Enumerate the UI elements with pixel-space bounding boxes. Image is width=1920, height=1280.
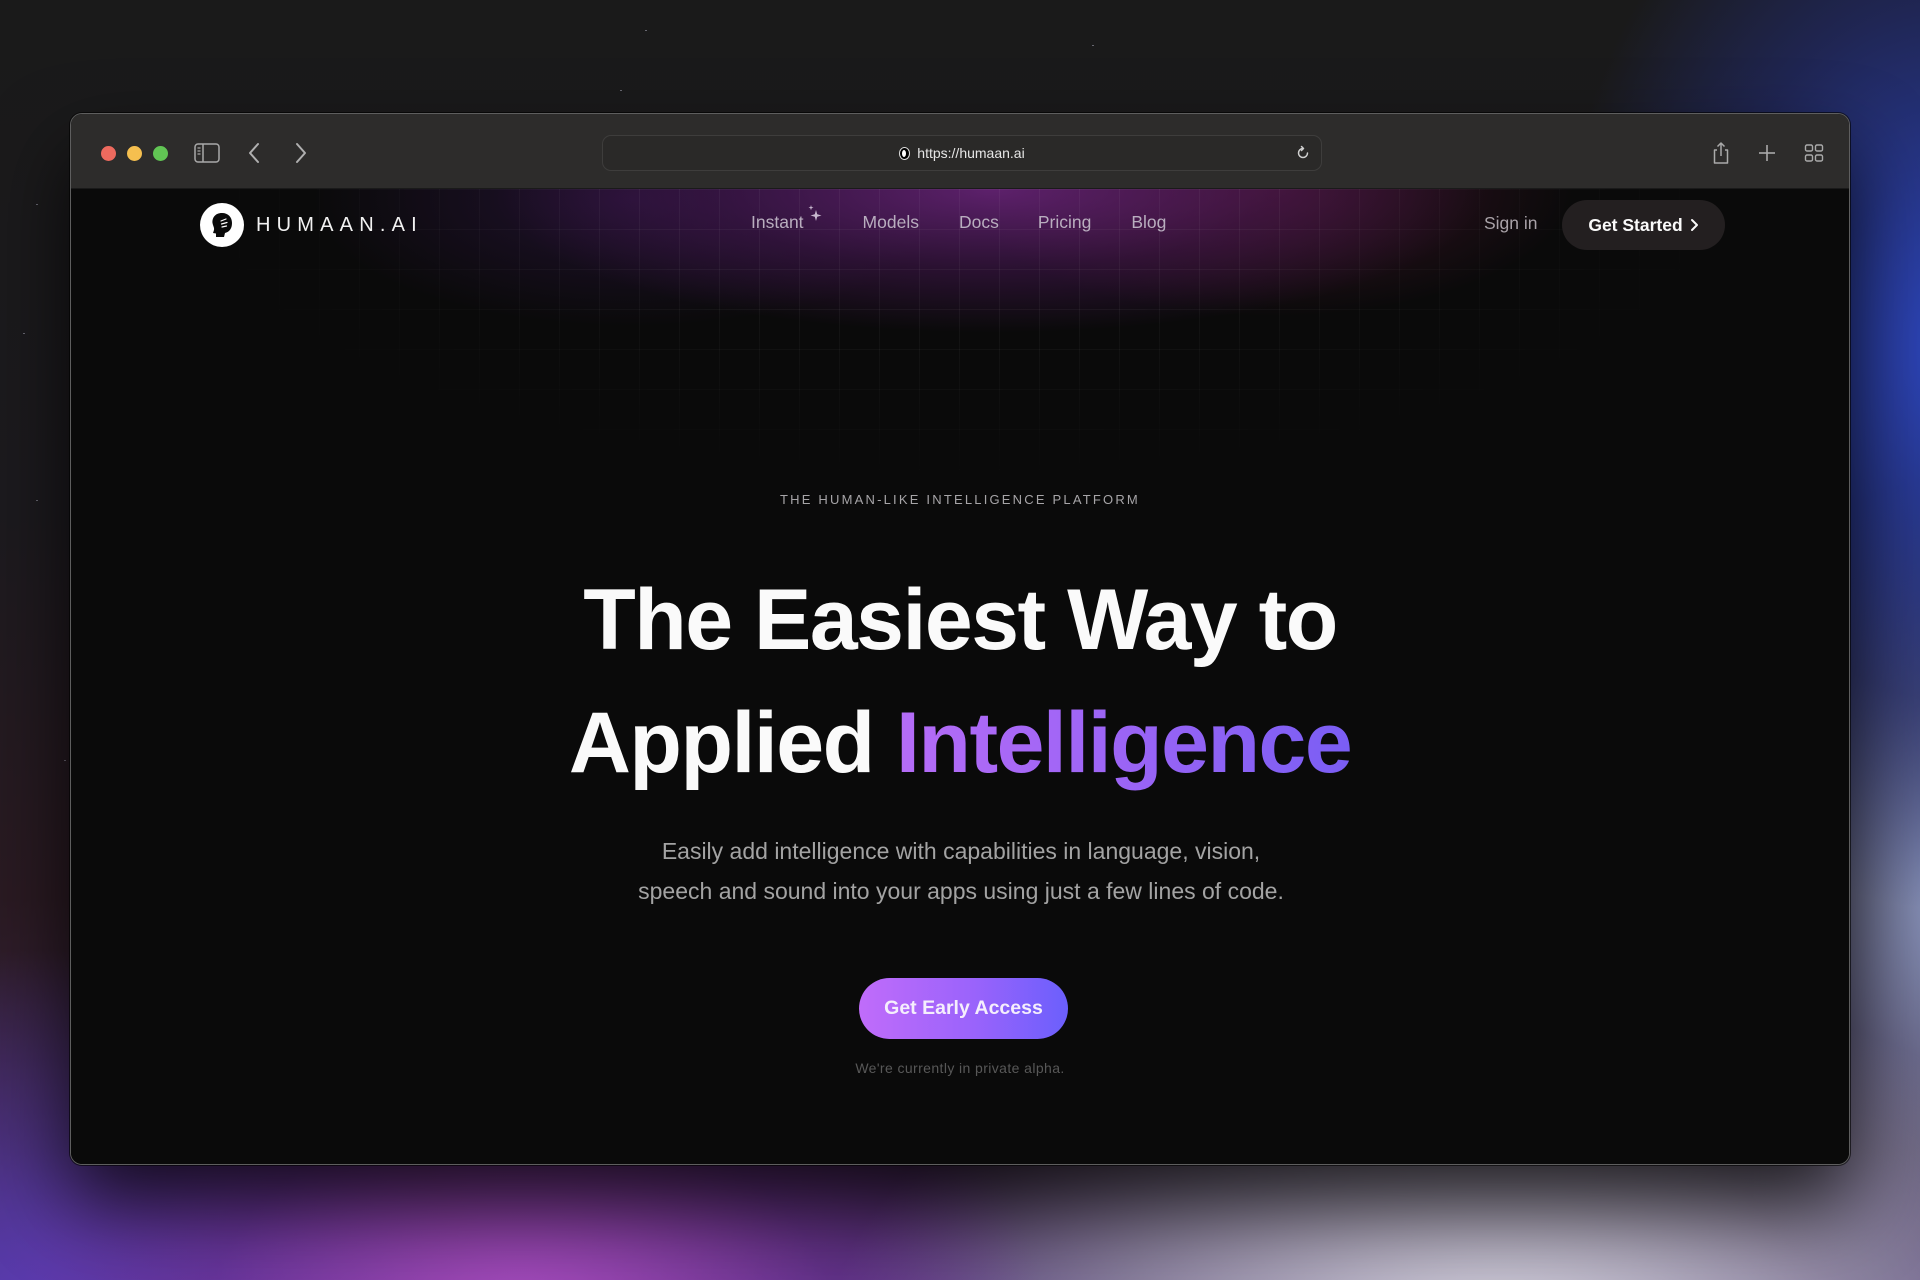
tab-overview-icon[interactable]	[1800, 140, 1828, 166]
private-alpha-note: We're currently in private alpha.	[855, 1060, 1065, 1076]
nav-item-label: Instant	[751, 212, 804, 232]
back-icon[interactable]	[240, 140, 268, 166]
get-started-label: Get Started	[1588, 214, 1683, 235]
sidebar-icon[interactable]	[193, 140, 221, 166]
url-text[interactable]: https://humaan.ai	[917, 145, 1024, 161]
site-logo[interactable]: HUMAAN.AI	[200, 203, 423, 247]
new-tab-icon[interactable]	[1753, 140, 1781, 166]
main-nav: Instant Models Docs Pricing Blog	[751, 205, 1166, 233]
headline-line-1: The Easiest Way to	[583, 572, 1338, 668]
star	[620, 90, 622, 91]
nav-item-docs[interactable]: Docs	[959, 212, 999, 233]
hero-subtitle: Easily add intelligence with capabilitie…	[638, 838, 1284, 904]
star	[645, 30, 647, 31]
nav-item-instant[interactable]: Instant	[751, 205, 823, 233]
nav-item-blog[interactable]: Blog	[1131, 212, 1166, 233]
star	[1092, 45, 1094, 46]
chevron-right-icon	[1690, 218, 1699, 232]
logo-text: HUMAAN.AI	[256, 213, 423, 236]
headline-accent-word: Intelligence	[896, 695, 1353, 791]
site-favicon-icon	[899, 146, 911, 160]
star	[64, 760, 66, 761]
browser-toolbar: https://humaan.ai	[71, 114, 1849, 189]
browser-window: https://humaan.ai HUMAAN.AI Instant Mode…	[70, 113, 1850, 1165]
nav-item-pricing[interactable]: Pricing	[1038, 212, 1092, 233]
nav-item-models[interactable]: Models	[863, 212, 919, 233]
web-page: HUMAAN.AI Instant Models Docs Pricing Bl…	[71, 189, 1849, 1164]
minimize-window-button[interactable]	[127, 146, 142, 161]
maximize-window-button[interactable]	[153, 146, 168, 161]
address-bar[interactable]: https://humaan.ai	[602, 135, 1322, 171]
star	[36, 500, 38, 501]
star	[23, 333, 25, 334]
sign-in-link[interactable]: Sign in	[1484, 213, 1538, 234]
head-logo-icon	[200, 203, 244, 247]
sparkle-icon	[807, 204, 823, 227]
hero-eyebrow: THE HUMAN-LIKE INTELLIGENCE PLATFORM	[780, 492, 1140, 507]
hero-headline: The Easiest Way to Applied Intelligence	[71, 559, 1849, 805]
share-icon[interactable]	[1707, 140, 1735, 166]
forward-icon[interactable]	[287, 140, 315, 166]
headline-line-2-plain: Applied	[568, 695, 897, 791]
get-early-access-button[interactable]: Get Early Access	[859, 978, 1068, 1039]
star	[36, 204, 38, 205]
close-window-button[interactable]	[101, 146, 116, 161]
get-started-button[interactable]: Get Started	[1562, 200, 1725, 250]
reload-icon[interactable]	[1295, 145, 1311, 166]
